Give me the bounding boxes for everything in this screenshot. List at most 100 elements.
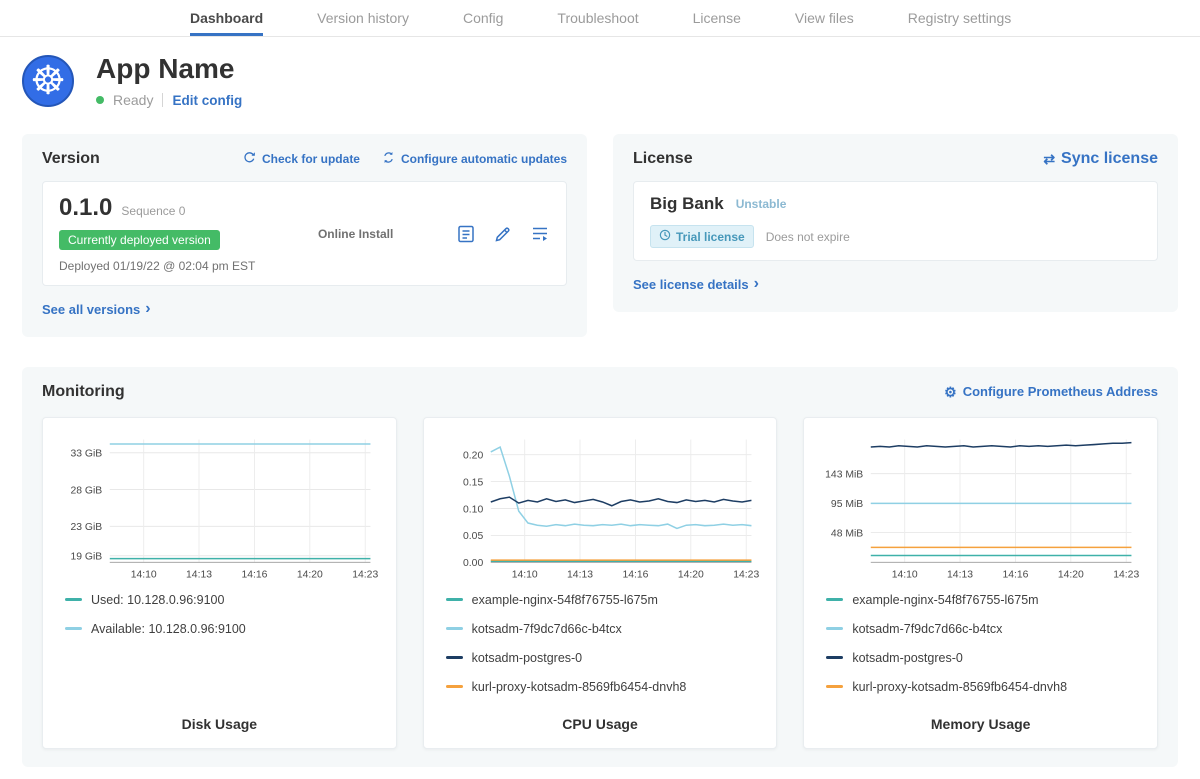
svg-text:19 GiB: 19 GiB: [71, 551, 103, 562]
expiry-label: Does not expire: [766, 230, 850, 244]
svg-text:0.20: 0.20: [463, 450, 483, 461]
see-license-details-link[interactable]: See license details ›: [633, 276, 759, 292]
tab-view-files[interactable]: View files: [795, 0, 854, 36]
see-all-versions-label: See all versions: [42, 302, 140, 317]
chart-plot: 19 GiB23 GiB28 GiB33 GiB14:1014:1314:161…: [55, 432, 384, 581]
legend-label: Used: 10.128.0.96:9100: [91, 593, 224, 607]
version-number: 0.1.0: [59, 194, 112, 222]
svg-text:143 MiB: 143 MiB: [826, 469, 864, 480]
chart-legend: example-nginx-54f8f76755-l675m kotsadm-7f…: [826, 593, 1145, 694]
tab-dashboard[interactable]: Dashboard: [190, 0, 263, 36]
page-title: App Name: [96, 53, 242, 85]
legend-item: Used: 10.128.0.96:9100: [65, 593, 384, 607]
tab-license[interactable]: License: [693, 0, 741, 36]
svg-text:14:10: 14:10: [511, 569, 537, 580]
chart-legend: Used: 10.128.0.96:9100 Available: 10.128.…: [65, 593, 384, 636]
legend-item: kurl-proxy-kotsadm-8569fb6454-dnvh8: [826, 680, 1145, 694]
version-info: 0.1.0 Sequence 0 Currently deployed vers…: [59, 194, 255, 273]
legend-item: example-nginx-54f8f76755-l675m: [446, 593, 765, 607]
app-status: Ready: [113, 92, 153, 108]
legend-swatch: [65, 598, 82, 601]
legend-label: kurl-proxy-kotsadm-8569fb6454-dnvh8: [852, 680, 1067, 694]
monitoring-title: Monitoring: [42, 383, 125, 401]
legend-label: Available: 10.128.0.96:9100: [91, 622, 246, 636]
legend-item: kurl-proxy-kotsadm-8569fb6454-dnvh8: [446, 680, 765, 694]
preflight-checklist-icon[interactable]: [456, 224, 476, 244]
legend-swatch: [446, 598, 463, 601]
svg-text:14:20: 14:20: [677, 569, 703, 580]
customer-name: Big Bank: [650, 194, 724, 214]
license-panel: Big Bank Unstable Trial license Does not…: [633, 181, 1158, 261]
svg-text:14:16: 14:16: [622, 569, 648, 580]
gear-icon: ⚙: [944, 385, 957, 399]
svg-text:14:20: 14:20: [297, 569, 323, 580]
svg-text:14:16: 14:16: [1003, 569, 1029, 580]
clock-icon: [659, 229, 671, 244]
chart-legend: example-nginx-54f8f76755-l675m kotsadm-7f…: [446, 593, 765, 694]
svg-text:33 GiB: 33 GiB: [71, 448, 103, 459]
edit-config-link[interactable]: Edit config: [172, 93, 242, 108]
sequence-label: Sequence 0: [121, 204, 185, 218]
version-card: Version Check for update Configure autom…: [22, 134, 587, 337]
svg-text:14:23: 14:23: [352, 569, 378, 580]
legend-label: kotsadm-postgres-0: [472, 651, 582, 665]
charts-row: 19 GiB23 GiB28 GiB33 GiB14:1014:1314:161…: [42, 417, 1158, 749]
legend-swatch: [446, 627, 463, 630]
tab-config[interactable]: Config: [463, 0, 503, 36]
app-logo: ☸: [22, 55, 74, 107]
tab-registry-settings[interactable]: Registry settings: [908, 0, 1011, 36]
release-notes-icon[interactable]: [493, 224, 513, 244]
auto-update-icon: [382, 151, 395, 167]
svg-text:14:13: 14:13: [947, 569, 973, 580]
svg-text:14:10: 14:10: [892, 569, 918, 580]
chart-title: Memory Usage: [816, 702, 1145, 732]
configure-prometheus-link[interactable]: ⚙ Configure Prometheus Address: [944, 384, 1158, 399]
legend-swatch: [65, 627, 82, 630]
legend-swatch: [826, 627, 843, 630]
see-license-details-label: See license details: [633, 277, 749, 292]
legend-item: kotsadm-postgres-0: [446, 651, 765, 665]
trial-license-badge: Trial license: [650, 225, 754, 248]
deployed-timestamp: Deployed 01/19/22 @ 02:04 pm EST: [59, 259, 255, 273]
current-version-panel: 0.1.0 Sequence 0 Currently deployed vers…: [42, 181, 567, 286]
svg-text:14:23: 14:23: [1114, 569, 1140, 580]
status-dot-icon: [96, 96, 104, 104]
legend-label: example-nginx-54f8f76755-l675m: [852, 593, 1038, 607]
legend-label: kotsadm-7f9dc7d66c-b4tcx: [852, 622, 1002, 636]
see-all-versions-link[interactable]: See all versions ›: [42, 301, 151, 317]
configure-automatic-updates-link[interactable]: Configure automatic updates: [382, 151, 567, 167]
tab-version-history[interactable]: Version history: [317, 0, 409, 36]
svg-text:14:23: 14:23: [733, 569, 759, 580]
legend-swatch: [826, 685, 843, 688]
legend-item: kotsadm-7f9dc7d66c-b4tcx: [446, 622, 765, 636]
deployed-badge: Currently deployed version: [59, 230, 220, 250]
legend-swatch: [826, 656, 843, 659]
sync-license-link[interactable]: ⇄ Sync license: [1043, 150, 1158, 168]
memory-usage-chart-card: 48 MiB95 MiB143 MiB14:1014:1314:1614:201…: [803, 417, 1158, 749]
version-actions: [456, 224, 550, 244]
svg-text:14:10: 14:10: [131, 569, 157, 580]
trial-license-label: Trial license: [676, 230, 745, 244]
check-for-update-link[interactable]: Check for update: [243, 151, 360, 167]
svg-text:14:16: 14:16: [241, 569, 267, 580]
legend-label: kurl-proxy-kotsadm-8569fb6454-dnvh8: [472, 680, 687, 694]
chevron-right-icon: ›: [754, 276, 759, 292]
svg-text:0.00: 0.00: [463, 558, 483, 569]
svg-text:14:13: 14:13: [186, 569, 212, 580]
svg-text:28 GiB: 28 GiB: [71, 485, 103, 496]
legend-label: example-nginx-54f8f76755-l675m: [472, 593, 658, 607]
sync-icon: ⇄: [1043, 152, 1055, 166]
version-card-title: Version: [42, 150, 100, 168]
svg-text:0.15: 0.15: [463, 477, 483, 488]
legend-item: kotsadm-postgres-0: [826, 651, 1145, 665]
deploy-logs-icon[interactable]: [530, 224, 550, 244]
tab-troubleshoot[interactable]: Troubleshoot: [557, 0, 638, 36]
svg-text:14:13: 14:13: [567, 569, 593, 580]
refresh-icon: [243, 151, 256, 167]
cpu-usage-chart-card: 0.000.050.100.150.2014:1014:1314:1614:20…: [423, 417, 778, 749]
legend-swatch: [446, 685, 463, 688]
configure-automatic-updates-label: Configure automatic updates: [401, 152, 567, 166]
check-for-update-label: Check for update: [262, 152, 360, 166]
legend-label: kotsadm-postgres-0: [852, 651, 962, 665]
chart-title: CPU Usage: [436, 702, 765, 732]
